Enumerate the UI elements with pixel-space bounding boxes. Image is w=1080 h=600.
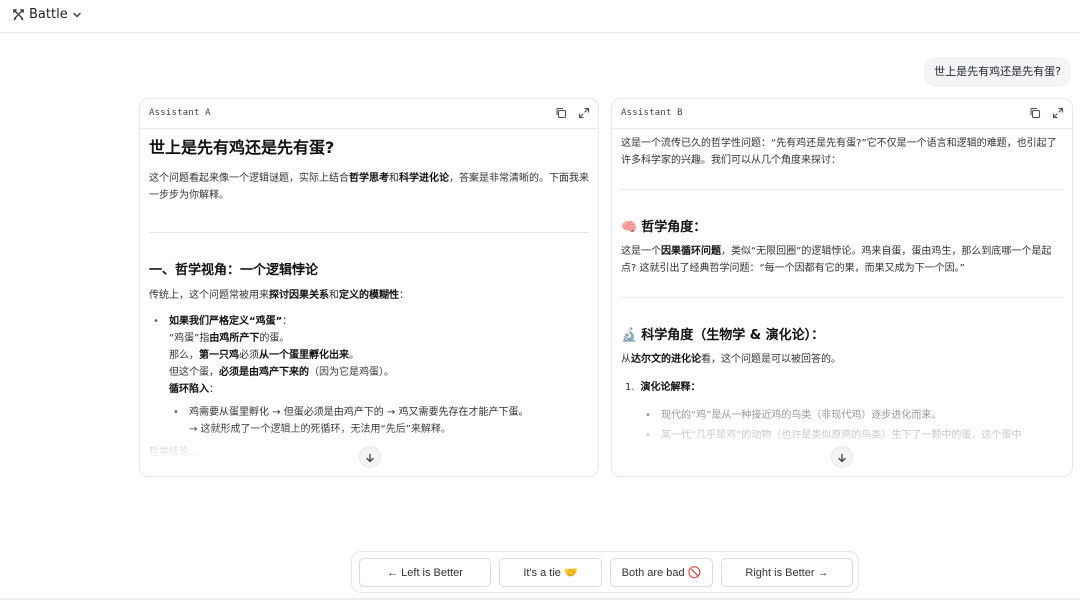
top-bar: Battle	[0, 0, 1080, 33]
microscope-icon: 🔬	[621, 328, 638, 343]
chevron-down-icon	[72, 10, 82, 20]
list-item: • 如果我们严格定义“鸡蛋”： “鸡蛋”指由鸡所产下的蛋。 那么，第一只鸡必须从…	[149, 313, 589, 438]
assistant-b-label: Assistant B	[621, 108, 683, 118]
user-prompt-bubble: 世上是先有鸡还是先有蛋?	[924, 57, 1071, 87]
assistant-a-label: Assistant A	[149, 108, 211, 118]
divider	[621, 297, 1063, 298]
faded-bullet: 某一代“几乎是鸡”的动物（也许是类似原鸡的鸟类）生下了一颗中的蛋，这个蛋中	[661, 430, 1022, 441]
brand-title: Battle	[29, 7, 68, 22]
divider	[621, 189, 1063, 190]
sub-list-item: • 现代的“鸡”是从一种接近鸡的鸟类（非现代鸡）逐步进化而来。	[621, 407, 1063, 424]
arrow-down-icon	[837, 448, 847, 467]
section-heading: 🧠 哲学角度：	[621, 218, 1063, 238]
sub-line: → 这就形成了一个逻辑上的死循环，无法用“先后”来解释。	[189, 424, 451, 435]
section-heading-text: 哲学角度：	[641, 220, 707, 235]
vote-bar: ← Left is Better It's a tie 🤝 Both are b…	[351, 551, 859, 593]
scroll-down-button[interactable]	[831, 446, 853, 468]
intro-paragraph: 这是一个流传已久的哲学性问题：“先有鸡还是先有蛋?”它不仅是一个语言和逻辑的难题…	[621, 138, 1057, 166]
sub-line: 鸡需要从蛋里孵化 → 但蛋必须是由鸡产下的 → 鸡又需要先存在才能产下蛋。	[189, 407, 529, 418]
right-is-better-button[interactable]: Right is Better →	[721, 558, 853, 587]
tie-button[interactable]: It's a tie 🤝	[499, 558, 602, 587]
left-is-better-button[interactable]: ← Left is Better	[359, 558, 491, 587]
numbered-item: 1. 演化论解释：	[621, 379, 1063, 396]
section-heading: 一、哲学视角：一个逻辑悖论	[149, 263, 319, 278]
crossed-swords-icon	[12, 8, 25, 21]
bullet-line: “鸡蛋”指由鸡所产下的蛋。	[169, 333, 290, 344]
both-bad-button[interactable]: Both are bad 🚫	[610, 558, 713, 587]
bullet-line: 那么，第一只鸡必须从一个蛋里孵化出来。	[169, 350, 359, 361]
battle-mode-selector[interactable]: Battle	[12, 7, 82, 22]
sub-list-item: • 某一代“几乎是鸡”的动物（也许是类似原鸡的鸟类）生下了一颗中的蛋，这个蛋中	[621, 427, 1063, 444]
assistant-b-panel: Assistant B 这是一个流传已久的哲学性问题：“先有鸡还是先有蛋?”它不…	[611, 98, 1073, 477]
list-number: 1.	[625, 382, 635, 393]
bullet-line: 循环陷入：	[169, 384, 219, 395]
section-paragraph: 这是一个因果循环问题，类似“无限回圈”的逻辑悖论。鸡来自蛋，蛋由鸡生，那么到底哪…	[621, 246, 1052, 274]
assistant-a-header: Assistant A	[140, 99, 598, 129]
assistant-a-panel: Assistant A 世上是先有鸡还是先有蛋? 这个问题看起来像一个逻辑谜题，…	[139, 98, 599, 477]
copy-icon[interactable]	[1029, 107, 1043, 121]
expand-icon[interactable]	[1052, 107, 1066, 121]
intro-paragraph: 这个问题看起来像一个逻辑谜题，实际上结合哲学思考和科学进化论，答案是非常清晰的。…	[149, 173, 589, 201]
list-title: 演化论解释：	[640, 382, 701, 393]
bullet-title: 如果我们严格定义“鸡蛋”：	[169, 316, 293, 327]
section-heading: 🔬 科学角度（生物学 & 演化论）：	[621, 326, 1063, 346]
assistant-b-header: Assistant B	[612, 99, 1072, 129]
copy-icon[interactable]	[555, 107, 569, 121]
brain-icon: 🧠	[621, 220, 638, 235]
bullet-line: 但这个蛋，必须是由鸡产下来的（因为它是鸡蛋）。	[169, 367, 394, 378]
section-heading-text: 科学角度（生物学 & 演化论）：	[641, 328, 825, 343]
assistant-b-content: 这是一个流传已久的哲学性问题：“先有鸡还是先有蛋?”它不仅是一个语言和逻辑的难题…	[621, 129, 1063, 476]
assistant-a-content: 世上是先有鸡还是先有蛋? 这个问题看起来像一个逻辑谜题，实际上结合哲学思考和科学…	[149, 129, 589, 476]
section-lead: 传统上，这个问题常被用来探讨因果关系和定义的模糊性：	[149, 290, 409, 301]
arrow-down-icon	[365, 448, 375, 467]
expand-icon[interactable]	[578, 107, 592, 121]
scroll-down-button[interactable]	[359, 446, 381, 468]
divider	[149, 232, 589, 233]
sub-list-item: • 鸡需要从蛋里孵化 → 但蛋必须是由鸡产下的 → 鸡又需要先存在才能产下蛋。 …	[169, 404, 589, 438]
section-lead: 从达尔文的进化论看，这个问题是可以被回答的。	[621, 354, 841, 365]
faded-bullet: 现代的“鸡”是从一种接近鸡的鸟类（非现代鸡）逐步进化而来。	[661, 410, 942, 421]
response-title: 世上是先有鸡还是先有蛋?	[149, 138, 335, 157]
